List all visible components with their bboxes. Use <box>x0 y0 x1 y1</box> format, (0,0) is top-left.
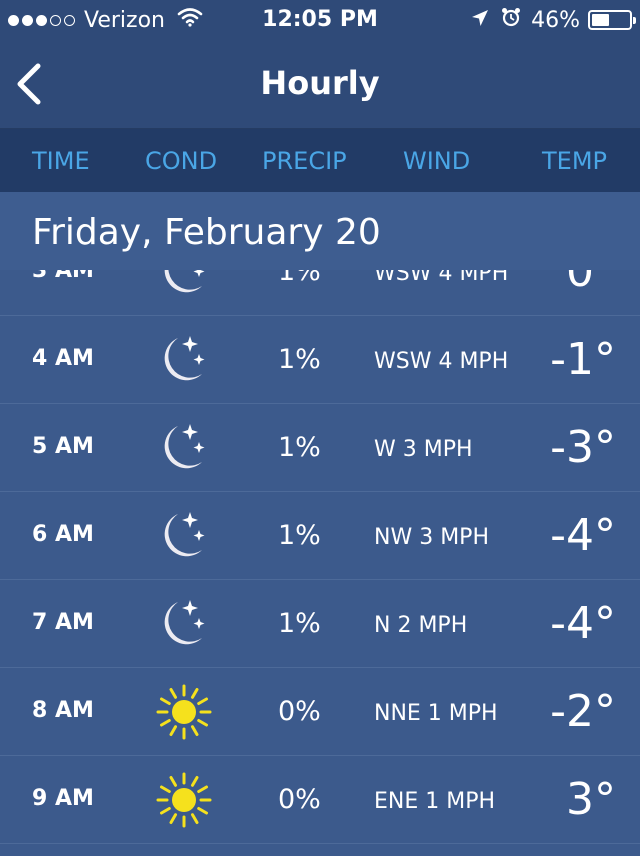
row-wind: N 2 MPH <box>374 613 468 638</box>
sun-icon <box>156 684 212 740</box>
row-time: 8 AM <box>32 698 94 723</box>
row-condition <box>154 684 214 740</box>
row-time: 9 AM <box>32 786 94 811</box>
row-wind: NNE 1 MPH <box>374 701 498 726</box>
row-temp: -4° <box>550 598 616 649</box>
status-bar: Verizon 12:05 PM 46% <box>0 0 640 40</box>
hourly-row: 4 AM 1% WSW 4 MPH -1° <box>0 316 640 404</box>
column-header-precip[interactable]: PRECIP <box>262 147 347 175</box>
row-temp: 3° <box>566 774 616 825</box>
hourly-row: 6 AM 1% NW 3 MPH -4° <box>0 492 640 580</box>
row-time: 6 AM <box>32 522 94 547</box>
row-precip: 1% <box>278 520 321 551</box>
moon-stars-icon <box>164 512 205 557</box>
column-header-wind[interactable]: WIND <box>403 147 470 175</box>
hourly-row: 7 AM 1% N 2 MPH -4° <box>0 580 640 668</box>
column-header-time[interactable]: TIME <box>32 147 90 175</box>
date-header: Friday, February 20 <box>0 192 640 270</box>
row-precip: 1% <box>278 432 321 463</box>
row-temp: 0° <box>566 270 616 297</box>
alarm-clock-icon <box>501 7 521 33</box>
row-wind: NW 3 MPH <box>374 525 489 550</box>
column-header-temp[interactable]: TEMP <box>542 147 607 175</box>
moon-stars-icon <box>164 336 205 381</box>
hourly-row: 9 AM 0% ENE 1 MPH 3° <box>0 756 640 844</box>
sun-icon <box>156 772 212 828</box>
status-right: 46% <box>471 7 636 33</box>
row-precip: 0% <box>278 696 321 727</box>
moon-stars-icon <box>164 424 205 469</box>
row-temp: -2° <box>550 686 616 737</box>
battery-level-fill <box>592 14 609 26</box>
page-title: Hourly <box>260 64 380 102</box>
nav-bar: Hourly <box>0 40 640 129</box>
row-time: 5 AM <box>32 434 94 459</box>
hourly-list[interactable]: 3 AM 1% WSW 4 MPH 0° 4 AM 1% WSW 4 MPH -… <box>0 270 640 856</box>
row-temp: -1° <box>550 334 616 385</box>
row-precip: 0% <box>278 784 321 815</box>
row-temp: -3° <box>550 422 616 473</box>
column-headers: TIME COND PRECIP WIND TEMP <box>0 129 640 192</box>
location-arrow-icon <box>471 8 489 33</box>
row-wind: WSW 4 MPH <box>374 270 509 286</box>
column-header-cond[interactable]: COND <box>145 147 217 175</box>
date-label: Friday, February 20 <box>32 212 381 253</box>
row-condition <box>154 420 214 476</box>
hourly-row: 3 AM 1% WSW 4 MPH 0° <box>0 270 640 316</box>
row-temp: -4° <box>550 510 616 561</box>
hourly-row: 5 AM 1% W 3 MPH -3° <box>0 404 640 492</box>
row-condition <box>154 508 214 564</box>
row-condition <box>154 596 214 652</box>
row-precip: 1% <box>278 270 321 287</box>
moon-stars-icon <box>164 270 205 293</box>
hourly-row: 8 AM 0% NNE 1 MPH -2° <box>0 668 640 756</box>
row-wind: W 3 MPH <box>374 437 473 462</box>
moon-stars-icon <box>164 600 205 645</box>
row-precip: 1% <box>278 344 321 375</box>
row-time: 7 AM <box>32 610 94 635</box>
battery-percent: 46% <box>531 7 580 33</box>
row-precip: 1% <box>278 608 321 639</box>
battery-icon <box>588 10 636 30</box>
row-condition <box>154 332 214 388</box>
row-time: 4 AM <box>32 346 94 371</box>
row-condition <box>154 772 214 828</box>
battery-nub <box>633 17 636 24</box>
row-condition <box>154 270 214 300</box>
row-wind: WSW 4 MPH <box>374 349 509 374</box>
hourly-list-content: 3 AM 1% WSW 4 MPH 0° 4 AM 1% WSW 4 MPH -… <box>0 270 640 844</box>
row-wind: ENE 1 MPH <box>374 789 496 814</box>
row-time: 3 AM <box>32 270 94 283</box>
